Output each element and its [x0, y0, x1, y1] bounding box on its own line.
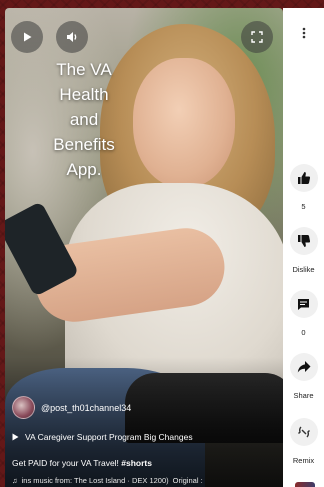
music-note-icon: ♫ [12, 476, 18, 485]
share-label: Share [293, 391, 314, 400]
play-icon [12, 433, 19, 441]
overlay-line: Health [59, 85, 109, 104]
fullscreen-button[interactable] [241, 21, 273, 53]
music-info[interactable]: ♫ ins music from: The Lost Island · DEX … [12, 476, 282, 485]
shorts-hashtag[interactable]: #shorts [121, 458, 152, 468]
more-options-button[interactable] [289, 19, 318, 47]
channel-name[interactable]: @post_th01channel34 [41, 403, 131, 413]
like-button[interactable] [289, 164, 318, 192]
related-video-title: VA Caregiver Support Program Big Changes [25, 432, 193, 442]
comment-count: 0 [301, 328, 306, 337]
channel-avatar[interactable] [12, 396, 35, 419]
volume-button[interactable] [56, 21, 88, 53]
comments-button[interactable] [289, 290, 318, 318]
sound-thumbnail[interactable] [295, 482, 315, 487]
dislike-label: Dislike [292, 265, 315, 274]
more-vertical-icon [302, 27, 305, 39]
comment-icon [298, 298, 309, 310]
remix-label: Remix [292, 456, 315, 465]
share-button[interactable] [289, 353, 318, 381]
play-button[interactable] [11, 21, 43, 53]
share-icon [297, 361, 310, 373]
dislike-button[interactable] [289, 227, 318, 255]
remix-icon [297, 426, 310, 438]
overlay-line: Benefits [53, 135, 115, 154]
overlay-line: App. [66, 160, 102, 179]
video-overlay-text: The VA Health and Benefits App. [25, 57, 143, 182]
fullscreen-icon [251, 31, 263, 43]
channel-link[interactable]: @post_th01channel34 [12, 396, 131, 419]
video-title-text: Get PAID for your VA Travel! [12, 458, 122, 468]
thumbs-up-icon [297, 172, 310, 184]
music-text: ins music from: The Lost Island · DEX 12… [21, 476, 169, 485]
overlay-line: The VA [56, 60, 112, 79]
video-title[interactable]: Get PAID for your VA Travel! #shorts [12, 458, 152, 468]
overlay-line: and [69, 110, 99, 129]
shorts-action-bar: 5 Dislike 0 Share Remix [283, 8, 324, 487]
related-video-link[interactable]: VA Caregiver Support Program Big Changes [12, 432, 193, 442]
video-scene-face [133, 58, 235, 188]
play-icon [24, 32, 32, 42]
music-original-label: Original : [172, 476, 203, 485]
volume-icon [67, 32, 77, 42]
remix-button[interactable] [289, 418, 318, 446]
thumbs-down-icon [297, 235, 310, 247]
like-count: 5 [301, 202, 306, 211]
